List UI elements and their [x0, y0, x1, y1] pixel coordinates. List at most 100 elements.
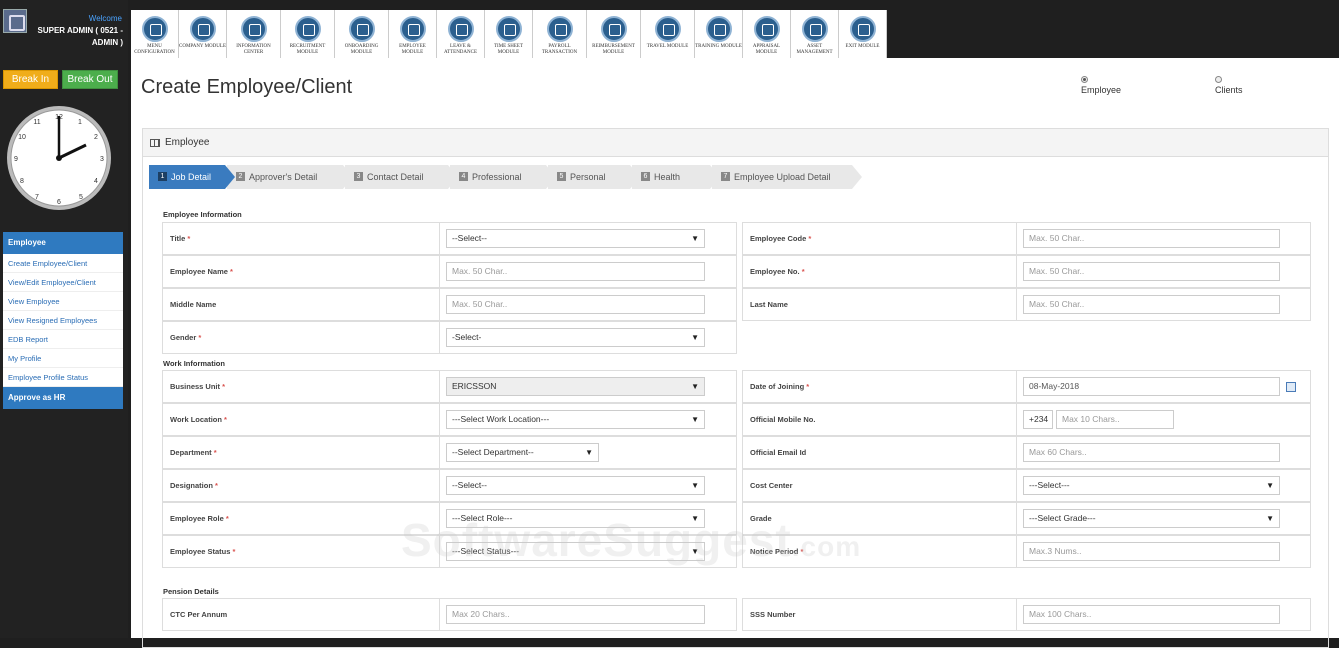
department-label: Department — [170, 448, 212, 457]
step-contact-detail[interactable]: 3 Contact Detail — [345, 165, 458, 189]
radio-clients-dot[interactable] — [1215, 76, 1222, 83]
row-last-name: Last Name Max. 50 Char.. — [742, 288, 1311, 321]
module-travel[interactable]: TRAVEL MODULE — [641, 10, 695, 58]
asset-icon — [802, 16, 828, 42]
step-health[interactable]: 6 Health — [632, 165, 720, 189]
last-name-input[interactable]: Max. 50 Char.. — [1023, 295, 1280, 314]
gender-label: Gender — [170, 333, 197, 342]
radio-clients[interactable]: Clients — [1215, 76, 1243, 95]
row-date-of-joining: Date of Joining * 08-May-2018 — [742, 370, 1311, 403]
side-menu-item-create[interactable]: Create Employee/Client — [3, 254, 123, 273]
side-menu-item-view[interactable]: View Employee — [3, 292, 123, 311]
module-employee[interactable]: EMPLOYEE MODULE — [389, 10, 437, 58]
notice-period-input[interactable]: Max.3 Nums.. — [1023, 542, 1280, 561]
row-official-email: Official Email Id Max 60 Chars.. — [742, 436, 1311, 469]
row-cost-center: Cost Center ---Select--- — [742, 469, 1311, 502]
employee-name-input[interactable]: Max. 50 Char.. — [446, 262, 705, 281]
row-business-unit: Business Unit * ERICSSON — [162, 370, 737, 403]
title-select[interactable]: --Select-- — [446, 229, 705, 248]
grade-select[interactable]: ---Select Grade--- — [1023, 509, 1280, 528]
approve-as-hr-item[interactable]: Approve as HR — [3, 387, 123, 409]
left-sidebar: Welcome SUPER ADMIN ( 0521 - ADMIN ) Bre… — [0, 0, 128, 638]
break-in-button[interactable]: Break In — [3, 70, 58, 89]
official-email-label: Official Email Id — [750, 448, 807, 457]
official-mobile-input[interactable]: Max 10 Chars.. — [1056, 410, 1174, 429]
row-title: Title * --Select-- — [162, 222, 737, 255]
module-payroll[interactable]: PAYROLL TRANSACTION — [533, 10, 587, 58]
last-name-label: Last Name — [750, 300, 788, 309]
employee-code-input[interactable]: Max. 50 Char.. — [1023, 229, 1280, 248]
analog-clock: 1212 345 678 91011 — [7, 106, 111, 210]
sss-number-input[interactable]: Max 100 Chars.. — [1023, 605, 1280, 624]
step-personal[interactable]: 5 Personal — [548, 165, 640, 189]
row-department: Department * --Select Department-- — [162, 436, 737, 469]
step-employee-upload[interactable]: 7 Employee Upload Detail — [712, 165, 862, 189]
employee-no-label: Employee No. — [750, 267, 800, 276]
module-menu-configuration[interactable]: MENU CONFIGURATION — [131, 10, 179, 58]
middle-name-input[interactable]: Max. 50 Char.. — [446, 295, 705, 314]
module-leave-attendance[interactable]: LEAVE & ATTENDANCE — [437, 10, 485, 58]
module-toolbar: MENU CONFIGURATION COMPANY MODULE INFORM… — [128, 0, 1339, 58]
row-work-location: Work Location * ---Select Work Location-… — [162, 403, 737, 436]
svg-text:4: 4 — [94, 178, 98, 185]
step-job-detail[interactable]: 1 Job Detail — [149, 165, 235, 189]
side-menu-item-my-profile[interactable]: My Profile — [3, 349, 123, 368]
svg-text:11: 11 — [33, 119, 40, 126]
official-mobile-label: Official Mobile No. — [750, 415, 816, 424]
mobile-country-code[interactable]: +234 — [1023, 410, 1053, 429]
svg-text:5: 5 — [79, 194, 83, 201]
svg-text:7: 7 — [35, 194, 39, 201]
wizard-steps: 1 Job Detail 2 Approver's Detail 3 Contact … — [149, 165, 862, 189]
radio-employee[interactable]: Employee — [1081, 76, 1121, 95]
module-asset-management[interactable]: ASSET MANAGEMENT — [791, 10, 839, 58]
break-out-button[interactable]: Break Out — [62, 70, 118, 89]
module-onboarding[interactable]: ONBOARDING MODULE — [335, 10, 389, 58]
svg-text:10: 10 — [18, 134, 26, 141]
department-select[interactable]: --Select Department-- — [446, 443, 599, 462]
side-menu-item-resigned[interactable]: View Resigned Employees — [3, 311, 123, 330]
module-recruitment[interactable]: RECRUITMENT MODULE — [281, 10, 335, 58]
work-location-select[interactable]: ---Select Work Location--- — [446, 410, 705, 429]
page-title: Create Employee/Client — [141, 76, 353, 98]
row-middle-name: Middle Name Max. 50 Char.. — [162, 288, 737, 321]
radio-clients-label: Clients — [1215, 85, 1243, 95]
company-icon — [190, 16, 216, 42]
side-menu-header[interactable]: Employee — [3, 232, 123, 254]
calendar-icon[interactable] — [1286, 382, 1296, 392]
module-reimbursement[interactable]: REIMBURSEMENT MODULE — [587, 10, 641, 58]
module-information-center[interactable]: INFORMATION CENTER — [227, 10, 281, 58]
gender-select[interactable]: -Select- — [446, 328, 705, 347]
row-designation: Designation * --Select-- — [162, 469, 737, 502]
ctc-input[interactable]: Max 20 Chars.. — [446, 605, 705, 624]
module-appraisal[interactable]: APPRAISAL MODULE — [743, 10, 791, 58]
step-professional[interactable]: 4 Professional — [450, 165, 556, 189]
sss-number-label: SSS Number — [750, 610, 796, 619]
module-company[interactable]: COMPANY MODULE — [179, 10, 227, 58]
cost-center-label: Cost Center — [750, 481, 793, 490]
official-email-input[interactable]: Max 60 Chars.. — [1023, 443, 1280, 462]
designation-select[interactable]: --Select-- — [446, 476, 705, 495]
employee-panel: Employee 1 Job Detail 2 Approver's Detail … — [142, 128, 1329, 648]
business-unit-select[interactable]: ERICSSON — [446, 377, 705, 396]
radio-employee-dot[interactable] — [1081, 76, 1088, 83]
svg-text:9: 9 — [14, 156, 18, 163]
side-menu-item-edb-report[interactable]: EDB Report — [3, 330, 123, 349]
side-menu-item-profile-status[interactable]: Employee Profile Status — [3, 368, 123, 387]
main-content: Create Employee/Client Employee Clients … — [128, 58, 1339, 648]
svg-text:1: 1 — [78, 119, 82, 126]
date-of-joining-input[interactable]: 08-May-2018 — [1023, 377, 1280, 396]
company-logo — [3, 9, 27, 33]
svg-text:6: 6 — [57, 199, 61, 206]
module-training[interactable]: TRAINING MODULE — [695, 10, 743, 58]
employee-no-input[interactable]: Max. 50 Char.. — [1023, 262, 1280, 281]
module-exit[interactable]: EXIT MODULE — [839, 10, 887, 58]
menu-config-icon — [142, 16, 168, 42]
module-timesheet[interactable]: TIME SHEET MODULE — [485, 10, 533, 58]
row-employee-no: Employee No. * Max. 50 Char.. — [742, 255, 1311, 288]
step-approvers-detail[interactable]: 2 Approver's Detail — [227, 165, 353, 189]
side-menu-item-view-edit[interactable]: View/Edit Employee/Client — [3, 273, 123, 292]
cost-center-select[interactable]: ---Select--- — [1023, 476, 1280, 495]
section-employee-information: Employee Information — [163, 210, 242, 219]
wallet-icon — [601, 16, 627, 42]
title-label: Title — [170, 234, 186, 243]
